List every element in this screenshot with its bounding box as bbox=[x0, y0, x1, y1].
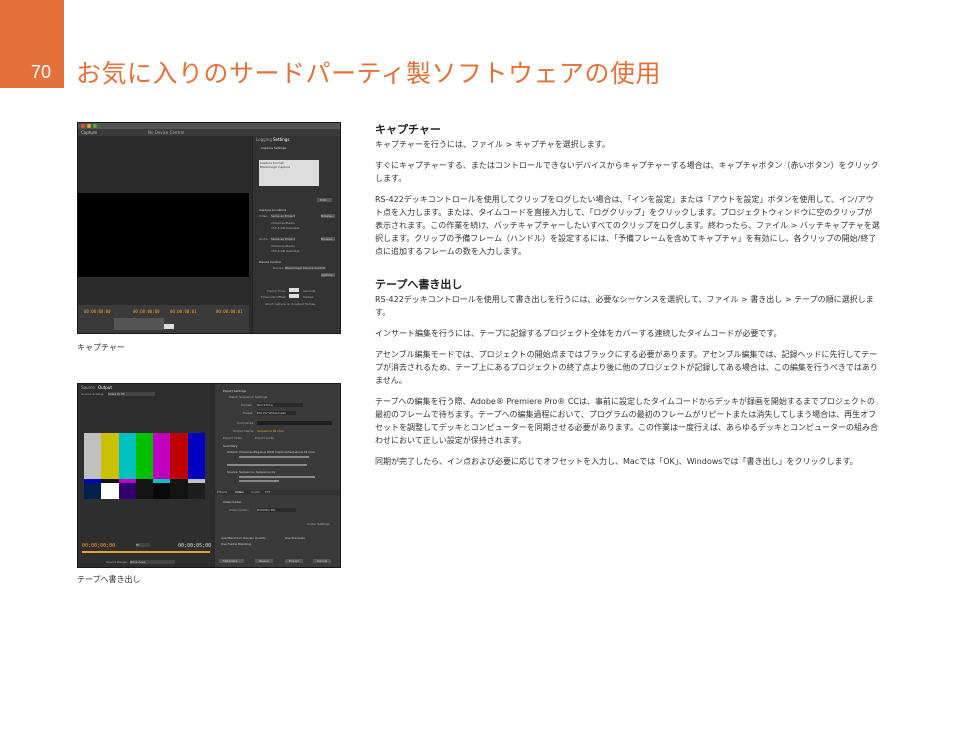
capture-screenshot: Capture No Device Control 00:00:00:00 00… bbox=[77, 122, 341, 334]
color-bar bbox=[187, 433, 205, 479]
color-bar bbox=[153, 483, 171, 499]
timecode-out: 00:00:00:01 bbox=[170, 309, 197, 314]
capture-settings-heading: Capture Settings bbox=[261, 146, 287, 150]
edit-button: Edit... bbox=[317, 198, 332, 202]
color-bar bbox=[170, 483, 188, 499]
color-bar bbox=[187, 483, 205, 499]
tab-capture: Capture bbox=[81, 130, 97, 135]
color-bar bbox=[118, 483, 136, 499]
paragraph: インサート編集を行うには、テープに記録するプロジェクト全体をカバーする連続したタ… bbox=[375, 329, 782, 338]
capture-transport: 00:00:00:00 00:00:00:00 00:00:00:01 00:0… bbox=[78, 305, 249, 333]
paragraph: アセンブル編集モードでは、プロジェクトの開始点まではブラックにする必要があります… bbox=[375, 350, 878, 385]
export-timecode-in: 00;00;00;00 bbox=[82, 543, 116, 549]
timecode-in: 00:00:00:00 bbox=[133, 309, 160, 314]
page-title: お気に入りのサードパーティ製ソフトウェアの使用 bbox=[76, 59, 662, 88]
export-preview-panel: Source Output Source Scaling: Scale To F… bbox=[78, 384, 213, 567]
device-control-label: No Device Control bbox=[148, 130, 185, 135]
color-bar bbox=[170, 433, 188, 479]
color-bar bbox=[135, 483, 154, 499]
tab-settings: Settings bbox=[273, 137, 290, 142]
timecode-duration: 00:00:00:01 bbox=[216, 309, 243, 314]
color-bars bbox=[84, 433, 205, 499]
color-bar bbox=[101, 433, 119, 479]
section-heading-export: テープへ書き出し bbox=[375, 278, 463, 291]
capture-format-box: Capture Format: Blackmagic Capture bbox=[259, 160, 319, 186]
paragraph: すぐにキャプチャーする、またはコントロールできないデバイスからキャプチャーする場… bbox=[375, 161, 879, 183]
figure-caption-capture: キャプチャー bbox=[77, 343, 125, 352]
color-bar bbox=[101, 483, 119, 499]
page-number: 70 bbox=[31, 62, 52, 82]
capture-tab-bar: Capture No Device Control bbox=[78, 129, 340, 136]
figure-caption-export: テープへ書き出し bbox=[77, 575, 141, 584]
export-timecode-out: 00;00;05;00 bbox=[178, 543, 212, 549]
capture-preview bbox=[78, 193, 249, 277]
paragraph: RS-422デッキコントロールを使用してクリップをログしたい場合は、「インを設定… bbox=[375, 195, 880, 256]
paragraph: キャプチャーを行うには、ファイル > キャプチャを選択します。 bbox=[375, 140, 610, 149]
section-export-body: RS-422デッキコントロールを使用して書き出しを行うには、必要なシーケンスを選… bbox=[375, 293, 880, 468]
paragraph: テープへの編集を行う際、Adobe® Premiere Pro® CCは、事前に… bbox=[375, 397, 878, 445]
paragraph: RS-422デッキコントロールを使用して書き出しを行うには、必要なシーケンスを選… bbox=[375, 295, 874, 317]
color-bar bbox=[84, 433, 102, 479]
tab-logging: Logging bbox=[256, 137, 272, 142]
color-bar bbox=[153, 433, 171, 479]
paragraph: 同期が完了したら、イン点および必要に応じてオフセットを入力し、Macでは「OK」… bbox=[375, 457, 858, 466]
section-heading-capture: キャプチャー bbox=[375, 123, 441, 136]
queue-button: Queue bbox=[255, 559, 273, 563]
capture-settings-panel: Logging Settings Capture Settings Captur… bbox=[252, 136, 340, 333]
metadata-button: Metadata... bbox=[219, 559, 245, 563]
color-bar bbox=[118, 433, 136, 479]
export-button: Export bbox=[285, 559, 303, 563]
export-settings-panel: Export Settings Match Sequence Settings … bbox=[215, 384, 340, 567]
export-to-tape-screenshot: Source Output Source Scaling: Scale To F… bbox=[77, 383, 341, 568]
timecode-current: 00:00:00:00 bbox=[84, 309, 111, 314]
color-bar bbox=[84, 483, 102, 499]
section-capture-body: キャプチャーを行うには、ファイル > キャプチャを選択します。 すぐにキャプチャ… bbox=[375, 138, 880, 258]
color-bar bbox=[135, 433, 154, 479]
cancel-button: Cancel bbox=[313, 559, 332, 563]
